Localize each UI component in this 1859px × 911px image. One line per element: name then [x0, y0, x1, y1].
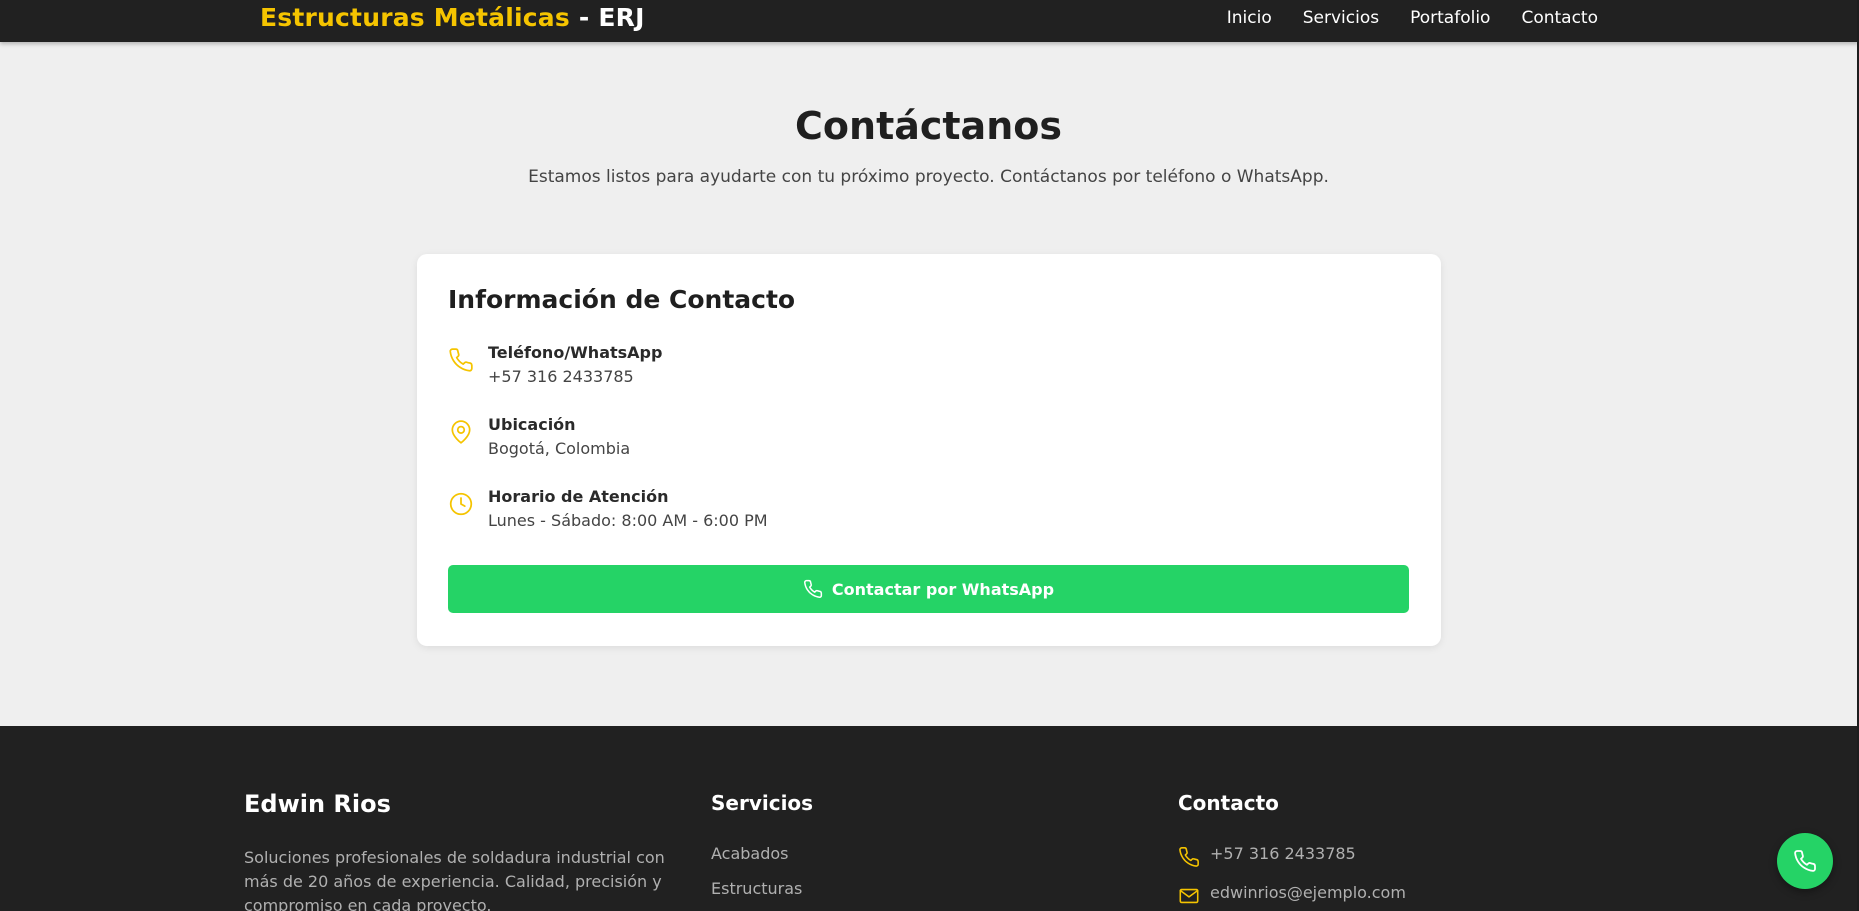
contact-item-hours: Horario de Atención Lunes - Sábado: 8:00…	[448, 487, 1348, 541]
nav-link-portafolio[interactable]: Portafolio	[1410, 8, 1490, 28]
site-footer: Edwin Rios Soluciones profesionales de s…	[0, 726, 1859, 911]
main-nav: Inicio Servicios Portafolio Contacto	[1227, 8, 1598, 28]
footer-contact-heading: Contacto	[1178, 791, 1279, 815]
footer-email[interactable]: edwinrios@ejemplo.com	[1178, 883, 1578, 907]
footer-email-text: edwinrios@ejemplo.com	[1210, 883, 1406, 902]
location-pin-icon	[448, 419, 474, 445]
contact-item-value: +57 316 2433785	[488, 367, 634, 386]
card-title: Información de Contacto	[448, 285, 796, 314]
footer-link-estructuras[interactable]: Estructuras	[711, 879, 802, 898]
footer-about: Edwin Rios Soluciones profesionales de s…	[244, 726, 674, 911]
brand-logo[interactable]: Estructuras Metálicas - ERJ	[260, 3, 645, 32]
footer-phone-text: +57 316 2433785	[1210, 844, 1356, 863]
page-subtitle: Estamos listos para ayudarte con tu próx…	[528, 167, 1329, 187]
footer-company-name: Edwin Rios	[244, 790, 391, 818]
footer-description: Soluciones profesionales de soldadura in…	[244, 848, 665, 911]
phone-icon	[1794, 850, 1816, 872]
contact-item-label: Teléfono/WhatsApp	[488, 343, 663, 362]
contact-item-label: Ubicación	[488, 415, 576, 434]
footer-contact: Contacto +57 316 2433785 edwinrios@ejemp…	[1178, 726, 1608, 911]
brand-name: Estructuras Metálicas	[260, 3, 570, 32]
footer-link-acabados[interactable]: Acabados	[711, 844, 789, 863]
clock-icon	[448, 491, 474, 517]
page-title: Contáctanos	[795, 104, 1062, 148]
phone-icon	[448, 347, 474, 373]
contact-item-label: Horario de Atención	[488, 487, 669, 506]
phone-icon	[1178, 846, 1200, 868]
contact-whatsapp-button[interactable]: Contactar por WhatsApp	[448, 565, 1409, 613]
contact-item-phone: Teléfono/WhatsApp +57 316 2433785	[448, 343, 1348, 397]
footer-services-heading: Servicios	[711, 791, 814, 815]
floating-call-button[interactable]	[1777, 833, 1833, 889]
contact-item-value: Lunes - Sábado: 8:00 AM - 6:00 PM	[488, 511, 768, 530]
brand-suffix: - ERJ	[569, 3, 645, 32]
top-navbar: Estructuras Metálicas - ERJ Inicio Servi…	[0, 0, 1859, 42]
footer-phone[interactable]: +57 316 2433785	[1178, 844, 1578, 868]
contact-item-value: Bogotá, Colombia	[488, 439, 631, 458]
nav-link-inicio[interactable]: Inicio	[1227, 8, 1272, 28]
button-label: Contactar por WhatsApp	[831, 579, 1055, 599]
contact-item-location: Ubicación Bogotá, Colombia	[448, 415, 1348, 469]
footer-services: Servicios Acabados Estructuras	[711, 726, 1141, 911]
mail-icon	[1178, 885, 1200, 907]
nav-link-contacto[interactable]: Contacto	[1521, 8, 1598, 28]
phone-icon	[803, 579, 823, 599]
contact-info-card: Información de Contacto Teléfono/WhatsAp…	[417, 254, 1441, 646]
nav-link-servicios[interactable]: Servicios	[1303, 8, 1379, 28]
